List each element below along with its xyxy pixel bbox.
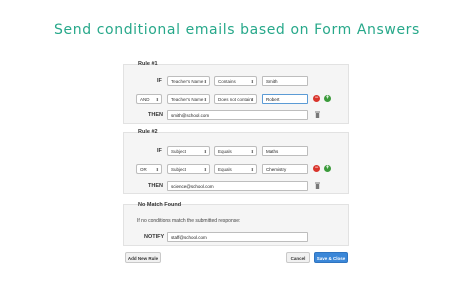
value-input[interactable]: Smith: [262, 76, 308, 86]
field-select[interactable]: Teacher's Name ⬍: [167, 76, 210, 86]
then-label: THEN: [148, 183, 163, 189]
rule-1-condition-1: IF Teacher's Name ⬍ Contains ⬍ Smith: [124, 75, 348, 87]
field-select-value: Subject: [171, 149, 187, 154]
dropdown-arrow-icon: ⬍: [203, 97, 207, 102]
add-circle-icon[interactable]: +: [324, 95, 331, 102]
dropdown-arrow-icon: ⬍: [155, 97, 159, 102]
if-label: IF: [157, 148, 162, 154]
dropdown-arrow-icon: ⬍: [203, 167, 207, 172]
dropdown-arrow-icon: ⬍: [203, 79, 207, 84]
no-match-panel: No Match Found If no conditions match th…: [123, 202, 349, 246]
operator-select[interactable]: Equals ⬍: [214, 164, 257, 174]
rule-1-condition-2: AND ⬍ Teacher's Name ⬍ Does not contain …: [124, 93, 348, 105]
field-select[interactable]: Subject ⬍: [167, 164, 210, 174]
dropdown-arrow-icon: ⬍: [203, 149, 207, 154]
rule-2-then: THEN science@school.com: [124, 180, 348, 192]
operator-select[interactable]: Does not contain ⬍: [214, 94, 257, 104]
join-select-value: OR: [140, 167, 147, 172]
join-select-value: AND: [140, 97, 150, 102]
value-input[interactable]: Chemistry: [262, 164, 308, 174]
add-circle-icon[interactable]: +: [324, 165, 331, 172]
field-select-value: Teacher's Name: [171, 97, 204, 102]
rule-2-condition-2: OR ⬍ Subject ⬍ Equals ⬍ Chemistry − +: [124, 163, 348, 175]
remove-circle-icon[interactable]: −: [313, 165, 320, 172]
field-select[interactable]: Subject ⬍: [167, 146, 210, 156]
add-new-rule-button[interactable]: Add New Rule: [125, 252, 161, 263]
dropdown-arrow-icon: ⬍: [250, 97, 254, 102]
join-select[interactable]: AND ⬍: [136, 94, 162, 104]
notify-label: NOTIFY: [144, 234, 165, 240]
operator-select-value: Equals: [218, 167, 232, 172]
rule-2-panel: Rule #2 IF Subject ⬍ Equals ⬍ Maths OR ⬍…: [123, 129, 349, 194]
page-headline: Send conditional emails based on Form An…: [54, 22, 420, 38]
operator-select[interactable]: Contains ⬍: [214, 76, 257, 86]
no-match-notify: NOTIFY staff@school.com: [124, 231, 348, 243]
operator-select-value: Does not contain: [218, 97, 252, 102]
rule-1-then: THEN smith@school.com: [124, 109, 348, 121]
no-match-title: No Match Found: [138, 202, 182, 208]
email-input[interactable]: science@school.com: [167, 181, 308, 191]
no-match-note: If no conditions match the submitted res…: [137, 218, 241, 224]
remove-circle-icon[interactable]: −: [313, 95, 320, 102]
dropdown-arrow-icon: ⬍: [250, 79, 254, 84]
then-label: THEN: [148, 112, 163, 118]
field-select-value: Subject: [171, 167, 187, 172]
rule-2-condition-1: IF Subject ⬍ Equals ⬍ Maths: [124, 145, 348, 157]
trash-icon[interactable]: [315, 182, 320, 189]
value-input[interactable]: Robert: [262, 94, 308, 104]
field-select[interactable]: Teacher's Name ⬍: [167, 94, 210, 104]
rule-2-title: Rule #2: [138, 129, 158, 135]
email-input[interactable]: smith@school.com: [167, 110, 308, 120]
field-select-value: Teacher's Name: [171, 79, 204, 84]
rule-1-title: Rule #1: [138, 61, 158, 67]
dropdown-arrow-icon: ⬍: [250, 167, 254, 172]
operator-select-value: Equals: [218, 149, 232, 154]
dropdown-arrow-icon: ⬍: [155, 167, 159, 172]
rule-1-panel: Rule #1 IF Teacher's Name ⬍ Contains ⬍ S…: [123, 61, 349, 124]
value-input[interactable]: Maths: [262, 146, 308, 156]
operator-select-value: Contains: [218, 79, 236, 84]
trash-icon[interactable]: [315, 111, 320, 118]
if-label: IF: [157, 78, 162, 84]
notify-email-input[interactable]: staff@school.com: [167, 232, 308, 242]
save-close-button[interactable]: Save & Close: [314, 252, 348, 263]
cancel-button[interactable]: Cancel: [286, 252, 310, 263]
dropdown-arrow-icon: ⬍: [250, 149, 254, 154]
join-select[interactable]: OR ⬍: [136, 164, 162, 174]
operator-select[interactable]: Equals ⬍: [214, 146, 257, 156]
